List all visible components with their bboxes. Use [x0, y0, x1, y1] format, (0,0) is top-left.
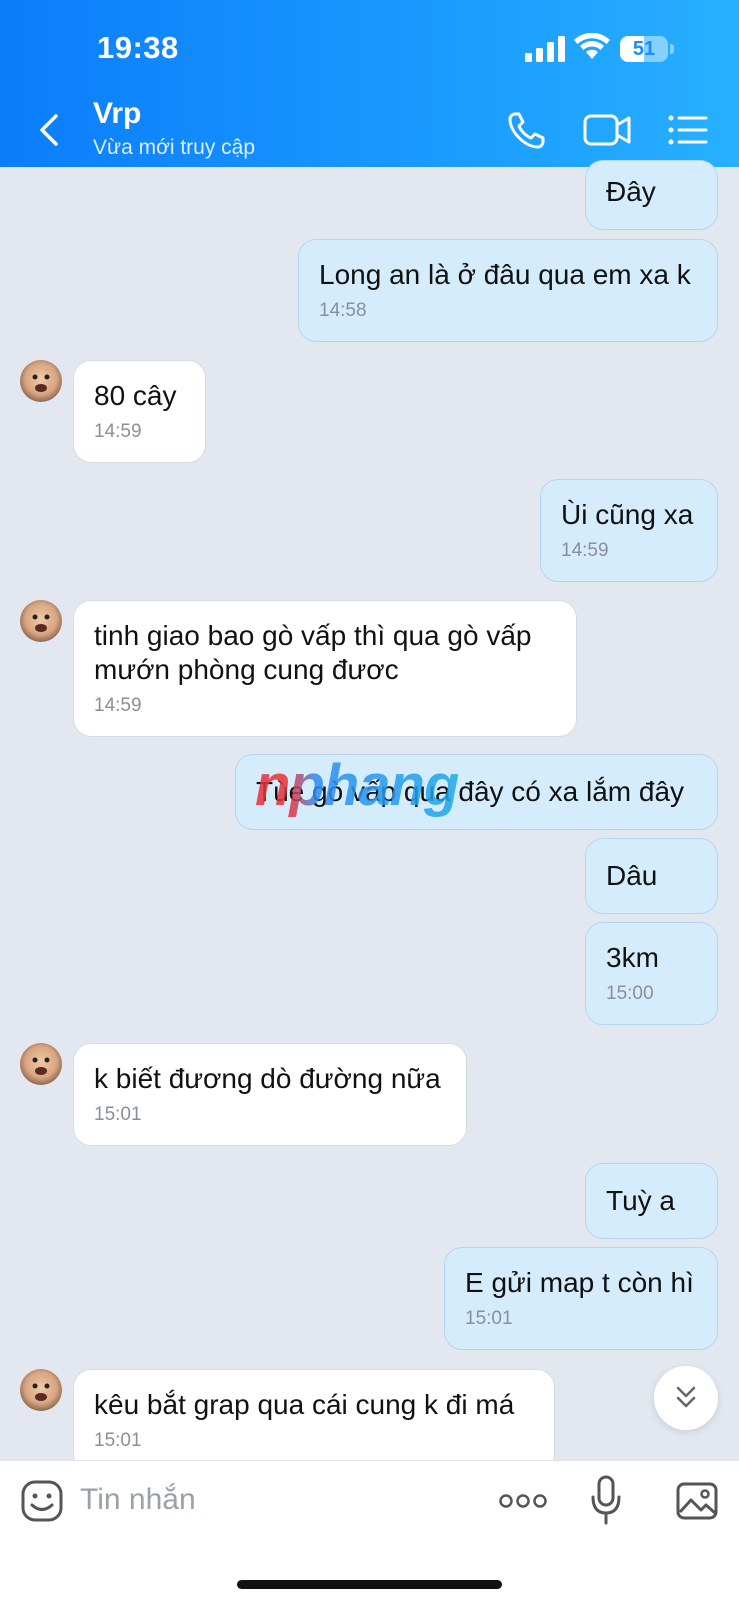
message-time: 14:59 [94, 695, 142, 716]
message-bubble-sent[interactable]: Tuỳ a [585, 1163, 718, 1239]
cellular-signal-icon [525, 36, 565, 62]
avatar[interactable] [20, 1043, 62, 1085]
message-text: Ùi cũng xa [561, 499, 694, 530]
message-bubble-sent[interactable]: Đây [585, 160, 718, 230]
message-text: Đây [606, 176, 656, 207]
message-time: 15:01 [94, 1104, 142, 1125]
menu-list-icon[interactable] [666, 108, 710, 152]
message-bubble-sent[interactable]: Tùe gò vấp qua đây có xa lắm đây [235, 754, 718, 830]
chat-header: 19:38 51 Vrp Vừa mới truy cập [0, 0, 739, 167]
video-call-icon[interactable] [583, 108, 633, 152]
microphone-icon[interactable] [590, 1475, 622, 1525]
message-bubble-sent[interactable]: E gửi map t còn hì 15:01 [444, 1247, 718, 1350]
message-bubble-sent[interactable]: Long an là ở đâu qua em xa k 14:58 [298, 239, 718, 342]
home-indicator[interactable] [237, 1580, 502, 1589]
message-bubble-received[interactable]: k biết đương dò đường nữa 15:01 [73, 1043, 467, 1146]
message-bubble-received[interactable]: kêu bắt grap qua cái cung k đi má 15:01 [73, 1369, 555, 1472]
status-time: 19:38 [97, 30, 179, 65]
message-bubble-received[interactable]: tinh giao bao gò vấp thì qua gò vấp mướn… [73, 600, 577, 737]
avatar[interactable] [20, 600, 62, 642]
emoji-icon[interactable] [20, 1479, 64, 1523]
message-time: 15:01 [94, 1430, 142, 1451]
message-input[interactable] [80, 1477, 480, 1523]
message-text: Tuỳ a [606, 1185, 675, 1216]
wifi-icon [574, 33, 610, 59]
message-time: 15:01 [465, 1308, 513, 1329]
more-dots-icon[interactable] [498, 1486, 548, 1516]
avatar[interactable] [20, 360, 62, 402]
phone-icon[interactable] [505, 108, 549, 152]
avatar[interactable] [20, 1369, 62, 1411]
message-composer [0, 1460, 739, 1600]
contact-status: Vừa mới truy cập [93, 136, 256, 159]
message-text: 3km [606, 942, 659, 973]
message-text: tinh giao bao gò vấp thì qua gò vấp mướn… [94, 620, 532, 685]
message-text: kêu bắt grap qua cái cung k đi má [94, 1389, 515, 1420]
message-bubble-sent[interactable]: Ùi cũng xa 14:59 [540, 479, 718, 582]
message-time: 15:00 [606, 983, 654, 1004]
message-text: 80 cây [94, 380, 177, 411]
chevron-double-down-icon [676, 1386, 696, 1408]
image-icon[interactable] [675, 1479, 719, 1523]
contact-name[interactable]: Vrp [93, 97, 141, 131]
message-text: k biết đương dò đường nữa [94, 1063, 441, 1094]
scroll-to-bottom-button[interactable] [654, 1366, 718, 1430]
message-time: 14:58 [319, 300, 367, 321]
message-text: E gửi map t còn hì [465, 1267, 694, 1298]
message-time: 14:59 [561, 540, 609, 561]
battery-icon: 51 [620, 36, 674, 62]
battery-level: 51 [632, 38, 656, 60]
message-text: Tùe gò vấp qua đây có xa lắm đây [256, 776, 685, 807]
back-icon[interactable] [30, 108, 66, 152]
message-bubble-received[interactable]: 80 cây 14:59 [73, 360, 206, 463]
message-time: 14:59 [94, 421, 142, 442]
message-bubble-sent[interactable]: 3km 15:00 [585, 922, 718, 1025]
message-text: Long an là ở đâu qua em xa k [319, 259, 691, 290]
message-text: Dâu [606, 860, 658, 891]
message-bubble-sent[interactable]: Dâu [585, 838, 718, 914]
